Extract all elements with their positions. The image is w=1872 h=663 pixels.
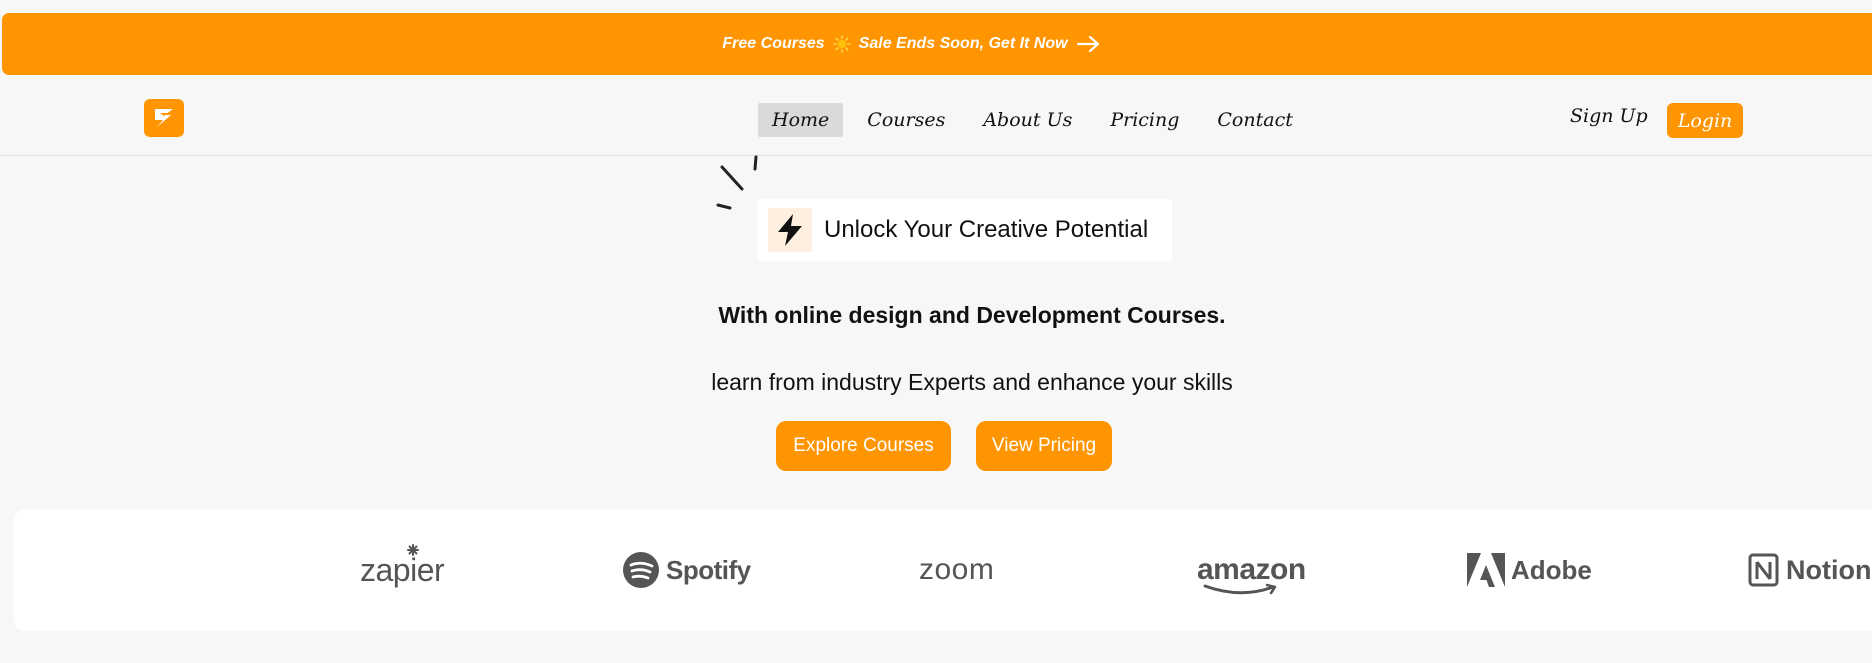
amazon-logo: amazon [1197,509,1306,631]
tagline-chip: Unlock Your Creative Potential [758,199,1172,261]
login-button[interactable]: Login [1667,103,1743,138]
spotify-text: Spotify [666,554,751,585]
sign-up-link[interactable]: Sign Up [1570,105,1648,127]
amazon-smile-icon [1203,583,1277,595]
zapier-text: zapier [360,551,445,588]
adobe-logo: Adobe [1467,509,1592,631]
nav-contact[interactable]: Contact [1203,103,1306,137]
hero-headline: With online design and Development Cours… [718,302,1226,328]
spotify-icon [623,552,659,588]
zoom-text: zoom [919,553,995,586]
promo-banner[interactable]: Free Courses Sale Ends Soon, Get It Now [2,13,1872,75]
brand-logos-strip: zapier Spotify zoom amazon Adobe Notion [14,509,1872,631]
logo-s-icon[interactable] [144,99,184,137]
hero-subline: learn from industry Experts and enhance … [711,369,1233,395]
nav-about-us[interactable]: About Us [969,103,1086,137]
arrow-right-icon[interactable] [1076,34,1102,54]
promo-text-free-courses: Free Courses [722,35,825,52]
view-pricing-button[interactable]: View Pricing [976,421,1112,471]
hero-buttons: Explore Courses View Pricing [776,421,1112,471]
tagline-text: Unlock Your Creative Potential [824,216,1149,243]
nav-links: Home Courses About Us Pricing Contact [758,103,1317,137]
amazon-text: amazon [1197,553,1306,586]
notion-icon [1748,553,1779,587]
nav-pricing[interactable]: Pricing [1096,103,1193,137]
nav-home[interactable]: Home [758,103,844,137]
zoom-logo: zoom [919,509,994,631]
notion-text: Notion [1786,554,1872,585]
lightning-bolt-icon [768,208,812,252]
spotify-logo: Spotify [622,509,751,631]
adobe-text: Adobe [1511,554,1592,585]
adobe-icon [1467,553,1505,587]
zapier-logo: zapier [360,509,445,631]
nav-courses[interactable]: Courses [853,103,959,137]
notion-logo: Notion [1748,509,1871,631]
spark-lines-icon [716,155,758,210]
explore-courses-button[interactable]: Explore Courses [776,421,951,471]
zapier-asterisk-icon [407,543,419,556]
promo-banner-content: Free Courses Sale Ends Soon, Get It Now [722,34,1101,54]
sun-icon [832,35,851,53]
navbar: Home Courses About Us Pricing Contact Si… [0,75,1872,156]
promo-text-sale: Sale Ends Soon, Get It Now [858,35,1068,52]
